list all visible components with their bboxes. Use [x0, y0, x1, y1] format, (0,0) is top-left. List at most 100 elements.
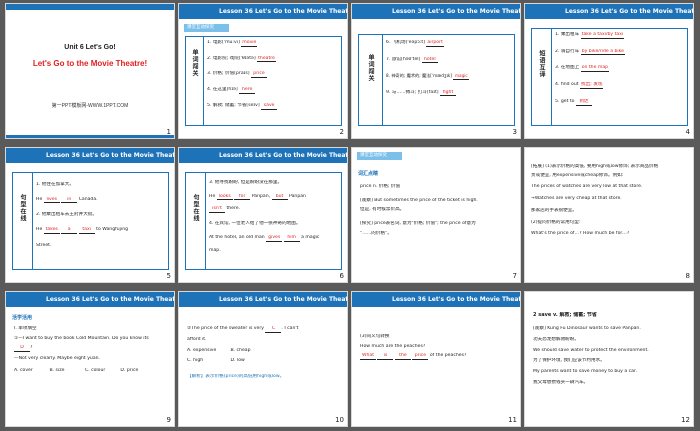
note-line: 功夫恐龙想解救盼盼。	[533, 336, 579, 342]
slide-6[interactable]: Lesson 36 Let's Go to the Movie Theatre!…	[178, 147, 348, 283]
slide-header: Lesson 36 Let's Go to the Movie Theatre!	[352, 292, 520, 307]
sentence-en: map.	[209, 247, 221, 253]
word-item: 6. 飞机场[ˈeəpɔːt] airport	[386, 40, 444, 47]
unit-title: Unit 6 Let's Go!	[64, 44, 116, 51]
phrase-item: 2. 骑自行车 by bike/ride a bike	[555, 48, 626, 56]
exercise-line: Ⅰ. 单项填空	[14, 326, 37, 331]
phrase-item: 1. 乘出租车 take a taxi/by taxi	[555, 32, 625, 39]
note-line: [观察] But sometimes the price of the tick…	[360, 197, 478, 203]
exercise-text: ②The price of the sweater is very C. I c…	[187, 326, 345, 380]
note-line: 但是, 有时候票价高。	[360, 207, 405, 213]
word-item: 9. 与……搏斗; 打斗[faɪt] fight	[386, 90, 513, 97]
sentence-cn: 2. 他乘出租车去王府井大街。	[36, 212, 97, 218]
sentence-en: He lives in Canada.	[36, 196, 98, 204]
sentence-en: isn't there.	[209, 206, 340, 214]
slide-10[interactable]: Lesson 36 Let's Go to the Movie Theatre!…	[178, 291, 348, 427]
top-band	[6, 4, 174, 10]
note-line: 为了保护环境, 我们应该节约用水。	[533, 358, 605, 364]
note-line: The prices of watches are very low at th…	[531, 184, 643, 190]
section-label: 单词闯关	[191, 49, 198, 77]
word-list: 1. 电影[ˈmuːvi] movie 2. 电影院; 戏院[ˈθɪətə] t…	[207, 40, 340, 110]
word-item: 1. 电影[ˈmuːvi] movie	[207, 40, 258, 47]
note-heading: 2 save v. 解救; 储蓄; 节省	[533, 312, 597, 318]
exercise-line: What is the price of the peaches?	[360, 353, 467, 361]
section-label: 单词闯关	[367, 54, 374, 82]
slide-2[interactable]: Lesson 36 Let's Go to the Movie Theatre!…	[178, 3, 348, 139]
options-line: C. high D. low	[187, 358, 245, 364]
note-line: [拓展] (1)表示价格的高低, 要用high或low修饰; 表示商品价格	[531, 164, 659, 169]
word-item: 5. 解救; 储蓄; 节省[seɪv] save	[207, 103, 340, 110]
note-text: price n. 价格; 价值 [观察] But sometimes the p…	[360, 184, 518, 237]
slide-number: 4	[685, 128, 690, 136]
subtitle: 活学活用	[12, 315, 33, 321]
options-line: A. cover B. size C. colour D. price	[14, 367, 139, 373]
phrase-list: 1. 乘出租车 take a taxi/by taxi 2. 骑自行车 by b…	[555, 32, 686, 106]
options-line: A. expensive B. cheap	[187, 348, 251, 354]
box-divider	[551, 28, 552, 126]
exercise-line: D?	[14, 345, 172, 353]
slide-9[interactable]: Lesson 36 Let's Go to the Movie Theatre!…	[5, 291, 175, 427]
note-line: →Watches are very cheap at that store.	[531, 196, 622, 202]
slide-1[interactable]: Unit 6 Let's Go! Let's Go to the Movie T…	[5, 3, 175, 139]
slide-header: Lesson 36 Let's Go to the Movie Theatre!	[179, 148, 347, 163]
note-line: [观察] Kung Fu Dinosaur wants to save Panp…	[533, 326, 641, 332]
note-text: 2 save v. 解救; 储蓄; 节省 [观察] Kung Fu Dinosa…	[533, 312, 691, 386]
exercise-text: Ⅰ. 单项填空 ①—I want to buy the book Cold Mo…	[14, 326, 172, 374]
slide-number: 12	[681, 416, 690, 424]
bottom-band	[6, 135, 174, 138]
note-line: price n. 价格; 价值	[360, 184, 401, 189]
slide-4[interactable]: Lesson 36 Let's Go to the Movie Theatre!…	[524, 3, 694, 139]
slide-header: Lesson 36 Let's Go to the Movie Theatre!	[6, 292, 174, 307]
sentence-cn: 3. 他寻找盼盼, 但是盼盼没在那里。	[209, 180, 283, 185]
sentence-en: At the hotel, an old man gives him a mag…	[209, 234, 320, 242]
exercise-line: ②The price of the sweater is very C. I c…	[187, 326, 299, 333]
footer-text: 第一PPT模板网-WWW.1PPT.COM	[51, 103, 129, 109]
note-line: What's the price of…? How much be for…?	[531, 231, 630, 237]
sentence-list: 3. 他寻找盼盼, 但是盼盼没在那里。 He looks for Panpan,…	[209, 180, 340, 253]
exercise-line: How much are the peaches?	[360, 343, 426, 349]
phrase-item: 4. find out 找出; 发现	[555, 82, 604, 89]
phrase-item: 3. 在地图上 on the map	[555, 65, 610, 73]
section-label: 句型在线	[192, 194, 199, 222]
sentence-en: Street.	[36, 242, 52, 248]
exercise-text: (3)同义句转换 How much are the peaches? What …	[360, 334, 518, 361]
sentence-en: He takes a taxi to Wangfujing	[36, 227, 129, 234]
box-divider	[205, 172, 206, 270]
slide-7[interactable]: 课堂互动探究 词汇点睛 price n. 价格; 价值 [观察] But som…	[351, 147, 521, 283]
exercise-line: ①—I want to buy the book Cold Mountain. …	[14, 335, 149, 341]
word-item: 3. 价格; 价值[praɪs] price	[207, 71, 340, 79]
slide-header: Lesson 36 Let's Go to the Movie Theatre!	[6, 148, 174, 163]
slide-header: Lesson 36 Let's Go to the Movie Theatre!	[352, 4, 520, 19]
slide-number: 2	[339, 128, 344, 136]
slide-11[interactable]: Lesson 36 Let's Go to the Movie Theatre!…	[351, 291, 521, 427]
slide-header: Lesson 36 Let's Go to the Movie Theatre!	[179, 4, 347, 19]
slide-5[interactable]: Lesson 36 Let's Go to the Movie Theatre!…	[5, 147, 175, 283]
section-tag: 课堂互动探究	[184, 24, 229, 32]
slide-8[interactable]: [拓展] (1)表示价格的高低, 要用high或low修饰; 表示商品价格 贵或…	[524, 147, 694, 283]
box-divider	[203, 36, 204, 126]
sentence-cn: 4. 在宾馆, 一位老人给了他一张神奇的地图。	[209, 221, 301, 227]
subtitle: 词汇点睛	[358, 171, 379, 177]
slide-number: 7	[512, 272, 517, 280]
sentence-en: He looks for Panpan, but Panpan	[209, 193, 306, 201]
lesson-title: Let's Go to the Movie Theatre!	[32, 59, 148, 68]
slide-header: Lesson 36 Let's Go to the Movie Theatre!	[525, 4, 693, 19]
word-item: 4. 在这里[hɪə] here	[207, 87, 340, 94]
slide-3[interactable]: Lesson 36 Let's Go to the Movie Theatre!…	[351, 3, 521, 139]
analysis-line: 【解析】表示价格(price)的高低用high或low。	[187, 373, 285, 379]
slide-number: 3	[512, 128, 517, 136]
word-item: 8. 神奇的; 魔术的; 魔法[ˈmædʒɪk] magic	[386, 73, 470, 80]
word-item: 2. 电影院; 戏院[ˈθɪətə] theatre	[207, 55, 276, 63]
slide-number: 5	[166, 272, 171, 280]
word-list: 6. 飞机场[ˈeəpɔːt] airport 7. 旅馆[həʊˈtel] h…	[386, 40, 513, 97]
note-line: We should save water to protect the envi…	[533, 347, 649, 353]
slide-12[interactable]: 2 save v. 解救; 储蓄; 节省 [观察] Kung Fu Dinosa…	[524, 291, 694, 427]
slide-header: Lesson 36 Let's Go to the Movie Theatre!	[179, 292, 347, 307]
slide-number: 8	[685, 272, 690, 280]
note-line: My parents want to save money to buy a c…	[533, 369, 637, 375]
note-line: (2)提问价格的常用句型:	[531, 219, 581, 225]
sentence-cn: 1. 他住在加拿大。	[36, 182, 75, 187]
word-item: 7. 旅馆[həʊˈtel] hotel	[386, 57, 513, 64]
slide-number: 10	[335, 416, 344, 424]
note-line: 贵或便宜, 用expensive或cheap修饰。例如:	[531, 172, 624, 178]
